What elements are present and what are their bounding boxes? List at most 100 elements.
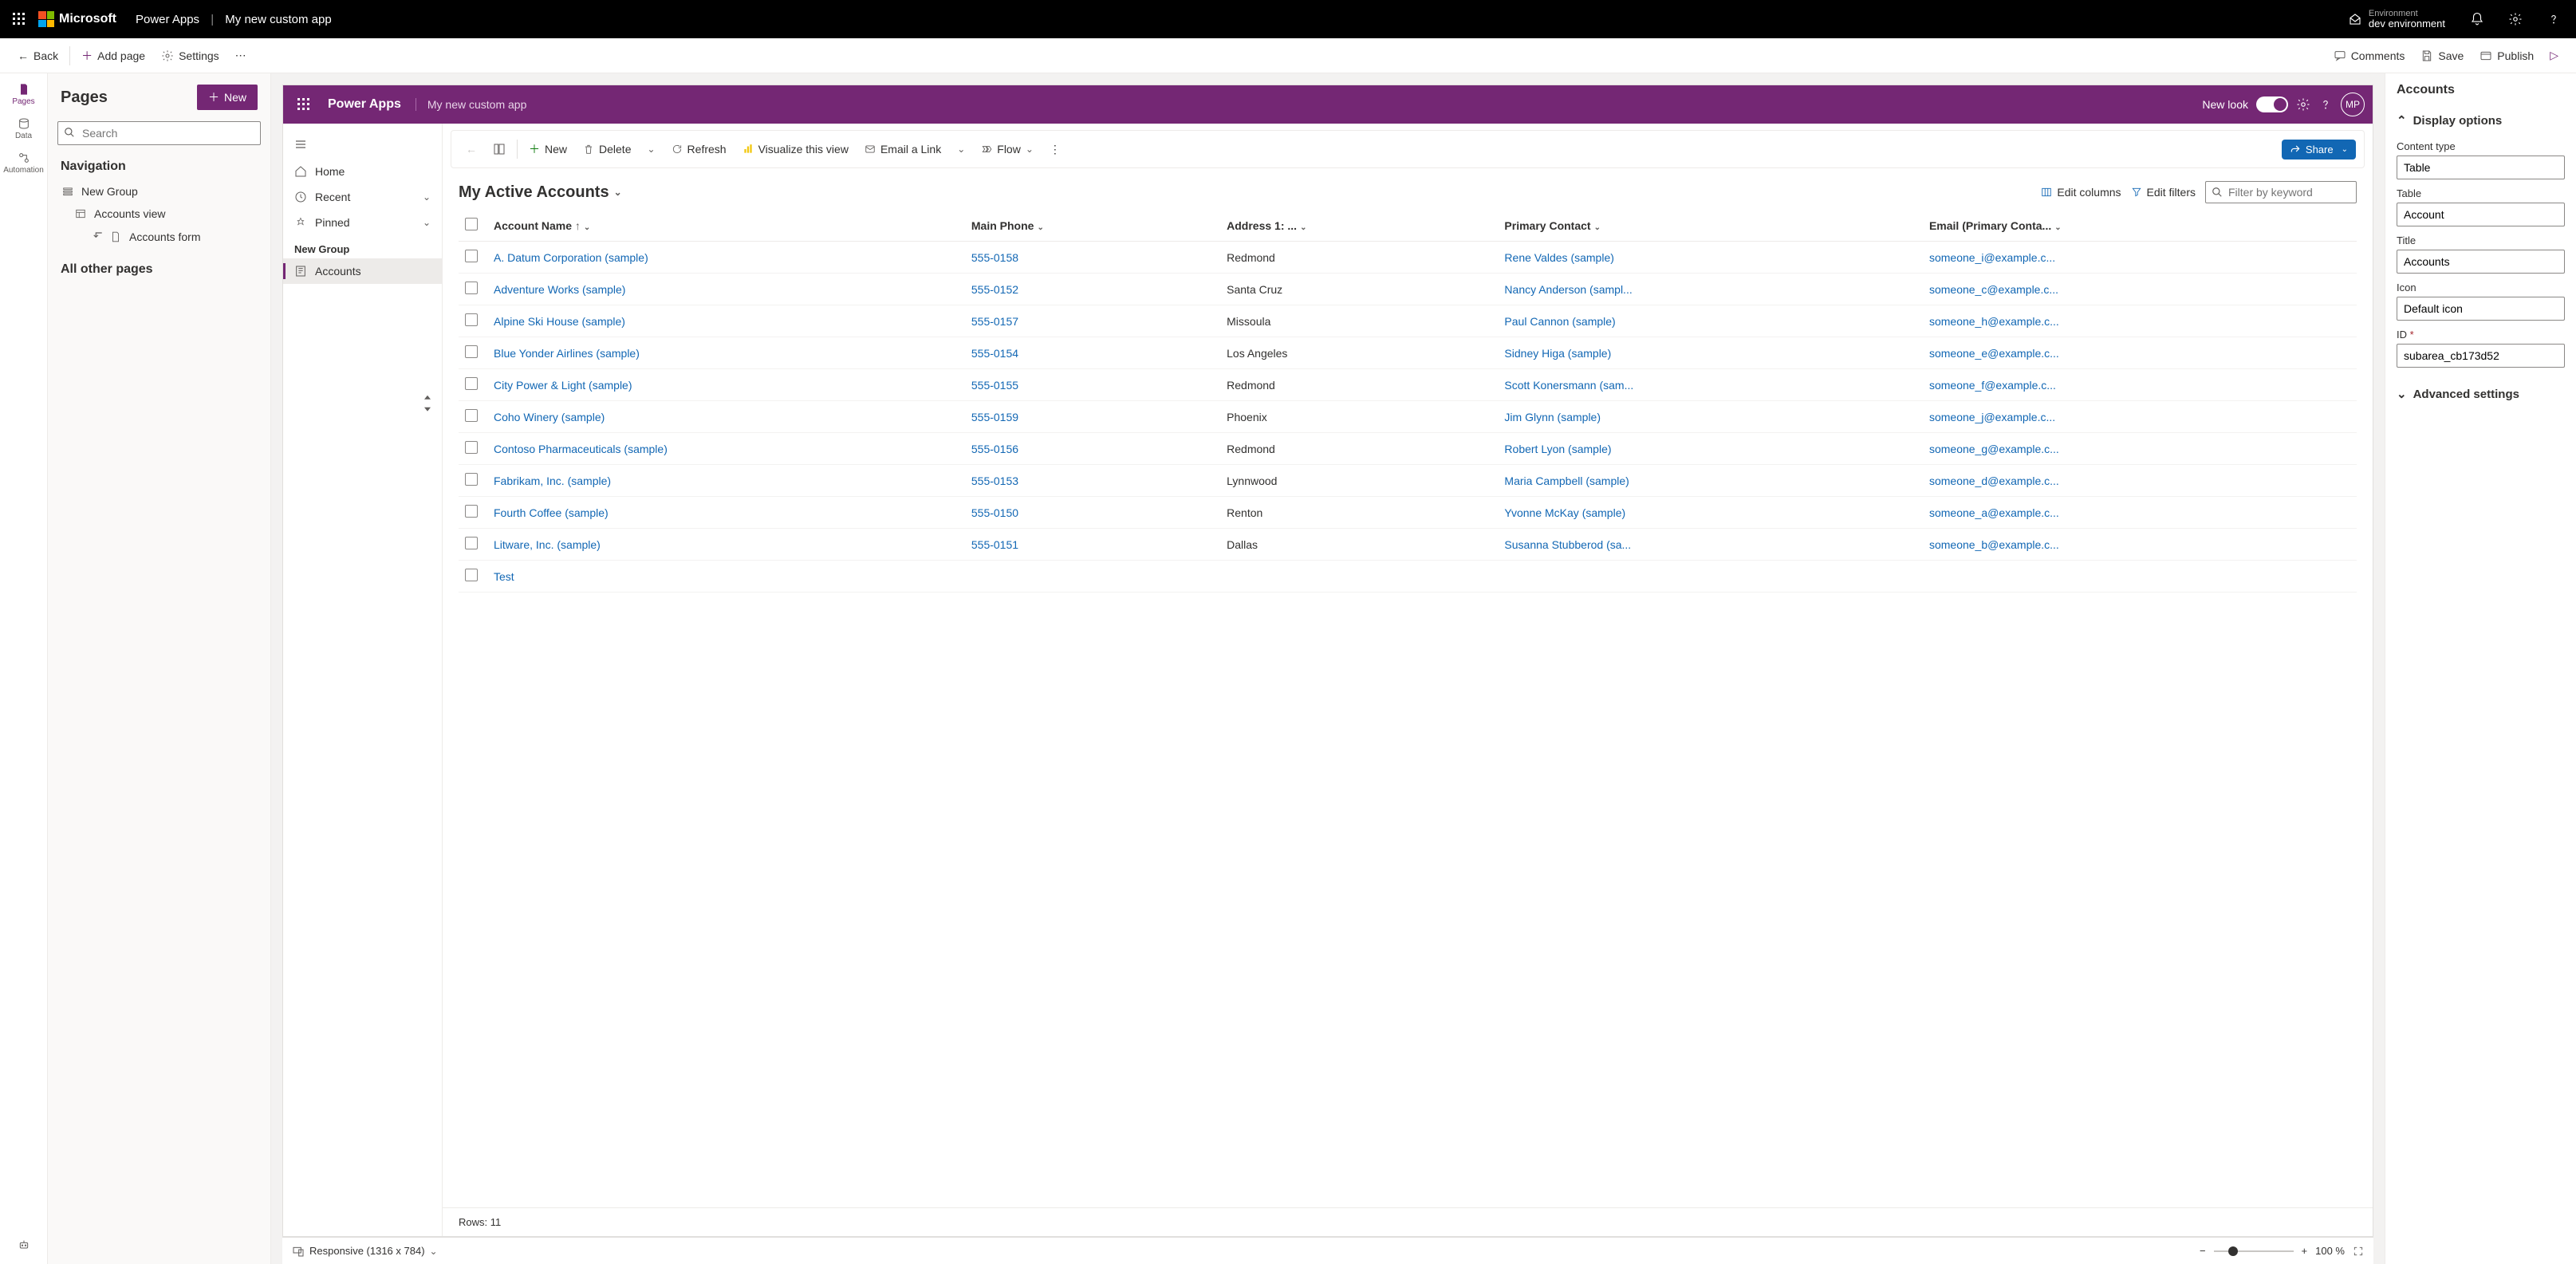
contact-link[interactable]: Paul Cannon (sample) xyxy=(1504,315,1615,328)
zoom-slider[interactable] xyxy=(2214,1250,2294,1252)
edit-columns-button[interactable]: Edit columns xyxy=(2041,186,2121,199)
grid-share-button[interactable]: Share ⌄ xyxy=(2282,140,2356,159)
new-look-toggle[interactable] xyxy=(2256,96,2288,112)
zoom-out-button[interactable]: − xyxy=(2200,1245,2206,1257)
nav-recent[interactable]: Recent ⌄ xyxy=(283,184,442,210)
rail-pages[interactable]: Pages xyxy=(2,77,46,111)
row-checkbox[interactable] xyxy=(465,345,478,358)
zoom-in-button[interactable]: + xyxy=(2302,1245,2308,1257)
account-name-link[interactable]: Adventure Works (sample) xyxy=(494,283,625,296)
fit-to-screen-button[interactable] xyxy=(2353,1246,2364,1257)
nav-accounts[interactable]: Accounts xyxy=(283,258,442,284)
row-checkbox[interactable] xyxy=(465,282,478,294)
email-link[interactable]: someone_f@example.c... xyxy=(1929,379,2056,392)
account-name-link[interactable]: Blue Yonder Airlines (sample) xyxy=(494,347,640,360)
grid-more-button[interactable]: ⋮ xyxy=(1043,138,1067,161)
filter-keyword-input[interactable] xyxy=(2205,181,2357,203)
delete-chevron[interactable]: ⌄ xyxy=(640,139,661,159)
tree-group[interactable]: New Group xyxy=(54,180,264,203)
publish-button[interactable]: Publish xyxy=(2472,45,2542,67)
col-account-name[interactable]: Account Name ↑⌄ xyxy=(487,210,965,242)
grid-refresh-button[interactable]: Refresh xyxy=(665,138,733,160)
edit-filters-button[interactable]: Edit filters xyxy=(2131,186,2196,199)
waffle-icon[interactable] xyxy=(6,6,32,32)
tree-accounts-form[interactable]: ↳ Accounts form xyxy=(54,225,264,248)
email-link[interactable]: someone_h@example.c... xyxy=(1929,315,2059,328)
col-primary-email[interactable]: Email (Primary Conta...⌄ xyxy=(1923,210,2357,242)
contact-link[interactable]: Scott Konersmann (sam... xyxy=(1504,379,1633,392)
grid-email-button[interactable]: Email a Link xyxy=(858,138,947,160)
settings-button[interactable]: Settings xyxy=(153,45,227,67)
phone-link[interactable]: 555-0158 xyxy=(971,251,1018,264)
grid-new-button[interactable]: ＋ New xyxy=(522,136,573,162)
app-help-icon[interactable] xyxy=(2318,97,2333,112)
account-name-link[interactable]: City Power & Light (sample) xyxy=(494,379,632,392)
table-row[interactable]: Alpine Ski House (sample) 555-0157 Misso… xyxy=(459,305,2357,337)
settings-gear-icon[interactable] xyxy=(2499,3,2531,35)
back-button[interactable]: ← Back xyxy=(10,45,66,67)
grid-flow-button[interactable]: Flow ⌄ xyxy=(975,138,1040,160)
app-name[interactable]: Power Apps xyxy=(136,13,199,26)
rail-data[interactable]: Data xyxy=(2,111,46,145)
rail-virtual-agent[interactable] xyxy=(2,1232,46,1256)
select-all-checkbox[interactable] xyxy=(465,218,478,230)
row-checkbox[interactable] xyxy=(465,313,478,326)
advanced-section[interactable]: ⌄ Advanced settings xyxy=(2397,382,2565,406)
email-link[interactable]: someone_c@example.c... xyxy=(1929,283,2058,296)
table-row[interactable]: Adventure Works (sample) 555-0152 Santa … xyxy=(459,274,2357,305)
grid-back-button[interactable]: ← xyxy=(459,138,483,160)
phone-link[interactable]: 555-0154 xyxy=(971,347,1018,360)
nav-resize-handle[interactable] xyxy=(423,395,443,943)
responsive-icon[interactable] xyxy=(292,1245,305,1258)
view-title[interactable]: My Active Accounts ⌄ xyxy=(459,183,622,202)
environment-picker[interactable]: Environment dev environment xyxy=(2338,9,2455,30)
row-checkbox[interactable] xyxy=(465,250,478,262)
hamburger-icon[interactable] xyxy=(283,130,442,159)
nav-pinned[interactable]: Pinned ⌄ xyxy=(283,210,442,235)
table-input[interactable] xyxy=(2397,203,2565,226)
account-name-link[interactable]: A. Datum Corporation (sample) xyxy=(494,251,648,264)
table-row[interactable]: Blue Yonder Airlines (sample) 555-0154 L… xyxy=(459,337,2357,369)
email-link[interactable]: someone_e@example.c... xyxy=(1929,347,2059,360)
grid-visualize-button[interactable]: Visualize this view xyxy=(736,138,855,160)
row-checkbox[interactable] xyxy=(465,377,478,390)
app-waffle-icon[interactable] xyxy=(291,98,317,111)
app-gear-icon[interactable] xyxy=(2296,97,2310,112)
pin-icon xyxy=(294,216,307,229)
user-avatar[interactable]: MP xyxy=(2341,93,2365,116)
chevron-down-icon[interactable]: ⌄ xyxy=(430,1246,438,1257)
focused-view-button[interactable] xyxy=(486,138,512,160)
col-main-phone[interactable]: Main Phone⌄ xyxy=(965,210,1220,242)
email-link[interactable]: someone_i@example.c... xyxy=(1929,251,2055,264)
more-button[interactable]: ⋯ xyxy=(227,44,254,67)
save-button[interactable]: Save xyxy=(2413,45,2472,67)
phone-link[interactable]: 555-0152 xyxy=(971,283,1018,296)
title-input[interactable] xyxy=(2397,250,2565,274)
id-input[interactable] xyxy=(2397,344,2565,368)
comments-button[interactable]: Comments xyxy=(2326,45,2413,67)
help-icon[interactable] xyxy=(2538,3,2570,35)
add-page-button[interactable]: ＋ Add page xyxy=(73,43,153,69)
phone-link[interactable]: 555-0157 xyxy=(971,315,1018,328)
nav-home[interactable]: Home xyxy=(283,159,442,184)
email-chevron[interactable]: ⌄ xyxy=(951,139,971,159)
display-options-section[interactable]: ⌃ Display options xyxy=(2397,108,2565,132)
icon-input[interactable] xyxy=(2397,297,2565,321)
phone-link[interactable]: 555-0155 xyxy=(971,379,1018,392)
grid-delete-button[interactable]: Delete xyxy=(577,138,637,160)
col-address-city[interactable]: Address 1: ...⌄ xyxy=(1220,210,1498,242)
tree-accounts-view[interactable]: Accounts view xyxy=(54,203,264,225)
play-button[interactable]: ▷ xyxy=(2542,44,2566,67)
contact-link[interactable]: Sidney Higa (sample) xyxy=(1504,347,1611,360)
account-name-link[interactable]: Alpine Ski House (sample) xyxy=(494,315,625,328)
responsive-label[interactable]: Responsive (1316 x 784) xyxy=(309,1245,425,1257)
col-primary-contact[interactable]: Primary Contact⌄ xyxy=(1498,210,1923,242)
pages-search-input[interactable] xyxy=(57,121,261,145)
rail-automation[interactable]: Automation xyxy=(2,145,46,179)
contact-link[interactable]: Rene Valdes (sample) xyxy=(1504,251,1613,264)
content-type-input[interactable] xyxy=(2397,156,2565,179)
new-page-button[interactable]: ＋ New xyxy=(197,85,258,110)
table-row[interactable]: A. Datum Corporation (sample) 555-0158 R… xyxy=(459,242,2357,274)
contact-link[interactable]: Nancy Anderson (sampl... xyxy=(1504,283,1632,296)
notifications-icon[interactable] xyxy=(2461,3,2493,35)
